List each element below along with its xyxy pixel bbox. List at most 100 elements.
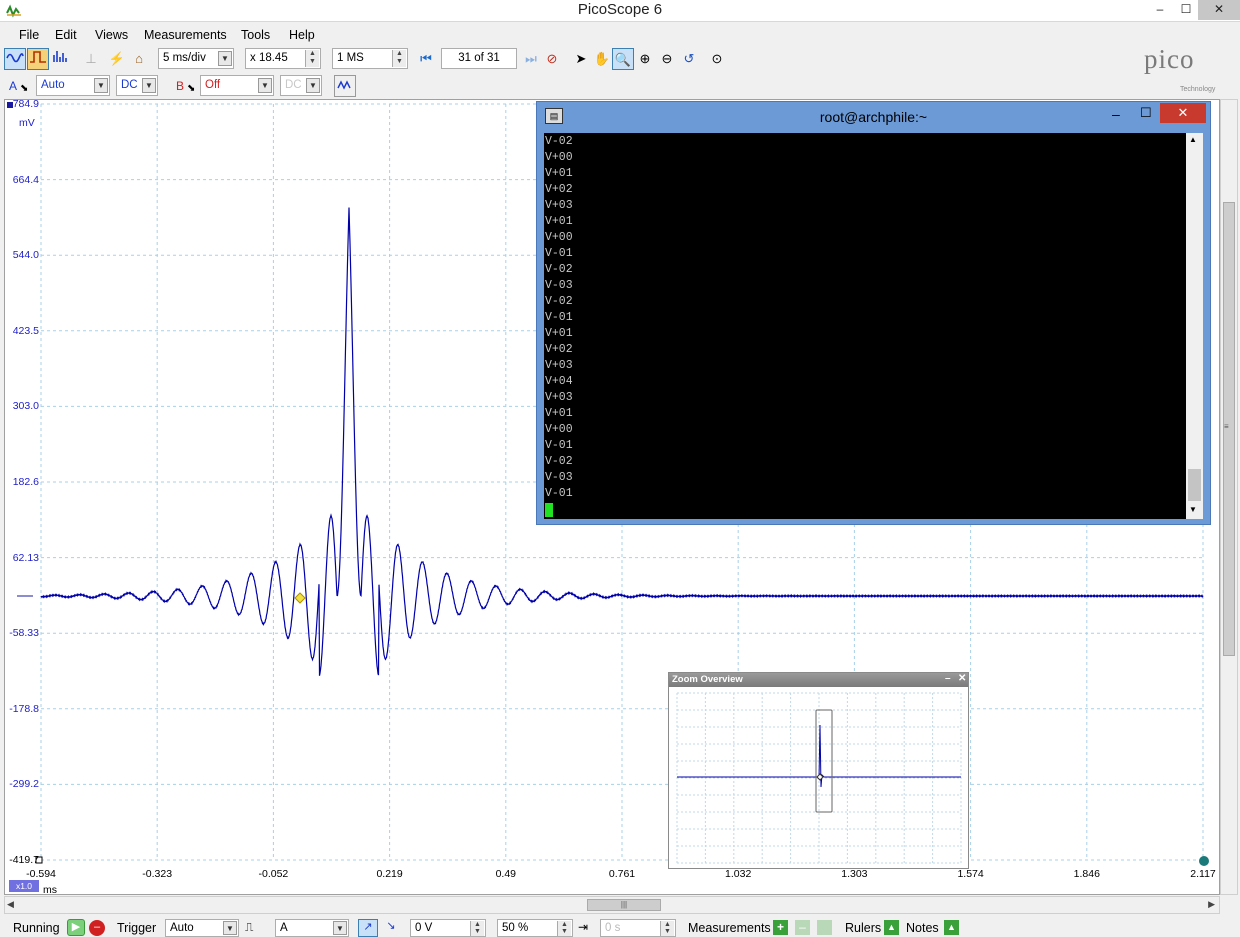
delay-stepper[interactable]: 0 s ▲ ▼ bbox=[600, 919, 676, 937]
channel-a-range-select[interactable]: Auto ▼ bbox=[36, 75, 110, 96]
threshold-stepper[interactable]: 0 V ▲ ▼ bbox=[410, 919, 486, 937]
rising-edge-icon[interactable]: ↗ bbox=[358, 919, 378, 937]
terminal-line: V+01 bbox=[545, 215, 573, 228]
notes-label: Notes bbox=[906, 921, 939, 935]
measurements-label: Measurements bbox=[688, 921, 771, 935]
x-tick-label: 1.846 bbox=[1073, 868, 1100, 880]
menu-tools[interactable]: Tools bbox=[241, 28, 270, 42]
spin-arrows-icon[interactable]: ▲ ▼ bbox=[305, 50, 319, 67]
vertical-scrollbar[interactable]: ≡ bbox=[1220, 99, 1238, 895]
samples-stepper[interactable]: 1 MS ▲ ▼ bbox=[332, 48, 408, 69]
terminal-window[interactable]: ▤ root@archphile:~ – ☐ ✕ V-02 V+00 V+01 V+0… bbox=[536, 101, 1211, 525]
terminal-line: V-02 bbox=[545, 263, 573, 276]
notes-toggle-icon[interactable]: ▲ bbox=[944, 920, 959, 935]
auto-setup-icon[interactable]: ⚡ bbox=[106, 48, 128, 70]
menu-file[interactable]: File bbox=[19, 28, 39, 42]
menu-help[interactable]: Help bbox=[289, 28, 315, 42]
horizontal-scroll-thumb[interactable]: ||| bbox=[587, 899, 661, 911]
x-scale-badge[interactable]: x1.0 bbox=[9, 880, 39, 892]
zoom-minimize-icon[interactable]: – bbox=[945, 673, 951, 684]
spin-arrows-icon[interactable]: ▲ ▼ bbox=[470, 921, 484, 936]
timebase-select[interactable]: 5 ms/div ▼ bbox=[158, 48, 234, 69]
serial-decode-icon[interactable]: ⊥ bbox=[80, 48, 102, 70]
probe-icon[interactable]: ⬊ bbox=[20, 83, 28, 94]
home-icon[interactable]: ⌂ bbox=[128, 48, 150, 70]
trigger-mode-select[interactable]: Auto ▼ bbox=[165, 919, 239, 937]
start-icon[interactable]: ▶ bbox=[67, 919, 85, 936]
menu-edit[interactable]: Edit bbox=[55, 28, 77, 42]
undo-zoom-icon[interactable]: ↺ bbox=[678, 48, 700, 70]
x-axis-unit: ms bbox=[43, 884, 57, 896]
rulers-toggle-icon[interactable]: ▲ bbox=[884, 920, 899, 935]
hand-tool-icon[interactable]: ✋ bbox=[591, 48, 613, 70]
zoom-100-icon[interactable]: ⊙ bbox=[706, 48, 728, 70]
menu-bar: File Edit Views Measurements Tools Help bbox=[0, 26, 1240, 46]
minimize-button[interactable]: – bbox=[1146, 0, 1174, 20]
scroll-up-icon[interactable]: ▲ bbox=[1189, 135, 1197, 144]
stop-icon[interactable]: – bbox=[89, 920, 105, 936]
x-tick-label: 0.761 bbox=[608, 868, 636, 880]
close-button[interactable]: ✕ bbox=[1198, 0, 1240, 20]
chevron-down-icon: ▼ bbox=[258, 78, 272, 93]
terminal-close-button[interactable]: ✕ bbox=[1160, 103, 1206, 123]
terminal-lines: V-02 V+00 V+01 V+02 V+03 V+01 V+00 V-01 V-02 V-03… bbox=[545, 134, 573, 517]
delay-icon[interactable]: ⇥ bbox=[578, 920, 588, 934]
maximize-button[interactable]: ☐ bbox=[1174, 0, 1198, 20]
horizontal-scrollbar[interactable]: ◀ ||| ▶ bbox=[4, 896, 1220, 914]
terminal-maximize-button[interactable]: ☐ bbox=[1140, 105, 1152, 121]
zoom-factor-stepper[interactable]: x 18.45 ▲ ▼ bbox=[245, 48, 321, 69]
pico-logo: pico bbox=[1144, 44, 1195, 74]
zoom-overview-plot[interactable] bbox=[669, 687, 968, 868]
x-tick-label: -0.052 bbox=[258, 868, 289, 880]
persistence-mode-icon[interactable] bbox=[27, 48, 49, 70]
probe-icon[interactable]: ⬊ bbox=[187, 83, 195, 94]
scroll-left-icon[interactable]: ◀ bbox=[7, 899, 14, 910]
menu-views[interactable]: Views bbox=[95, 28, 128, 42]
pretrigger-stepper[interactable]: 50 % ▲ ▼ bbox=[497, 919, 573, 937]
navigate-icon[interactable]: ⊘ bbox=[541, 48, 563, 70]
terminal-output[interactable]: V-02 V+00 V+01 V+02 V+03 V+01 V+00 V-01 V-02 V-03… bbox=[544, 133, 1203, 519]
chevron-down-icon: ▼ bbox=[142, 78, 156, 93]
zoom-in-icon[interactable]: ⊕ bbox=[634, 48, 656, 70]
menu-measurements[interactable]: Measurements bbox=[144, 28, 227, 42]
terminal-scroll-thumb[interactable] bbox=[1188, 469, 1201, 501]
channel-b-range-select[interactable]: Off ▼ bbox=[200, 75, 274, 96]
y-tick-label: 664.4 bbox=[12, 173, 39, 186]
zoom-close-icon[interactable]: ✕ bbox=[958, 673, 966, 684]
terminal-line: V+04 bbox=[545, 375, 573, 388]
channel-a-label[interactable]: A bbox=[9, 79, 17, 93]
y-tick-label: 784.9 bbox=[12, 98, 39, 110]
spin-arrows-icon[interactable]: ▲ ▼ bbox=[557, 921, 571, 936]
pointer-tool-icon[interactable]: ➤ bbox=[570, 48, 592, 70]
next-buffer-icon[interactable]: ⏭ bbox=[520, 48, 542, 70]
spin-arrows-icon[interactable]: ▲ ▼ bbox=[392, 50, 406, 67]
buffer-index-field[interactable]: 31 of 31 bbox=[441, 48, 517, 69]
terminal-scrollbar[interactable]: ▲ ▼ bbox=[1186, 133, 1203, 519]
x-tick-label: 0.49 bbox=[495, 868, 517, 880]
channel-b-label[interactable]: B bbox=[176, 79, 184, 93]
channel-b-coupling-select[interactable]: DC ▼ bbox=[280, 75, 322, 96]
trigger-type-icon[interactable]: ⎍ bbox=[245, 920, 253, 935]
remove-measurement-icon[interactable]: – bbox=[795, 920, 810, 935]
edit-measurement-icon[interactable] bbox=[817, 920, 832, 935]
trigger-channel-select[interactable]: A ▼ bbox=[275, 919, 349, 937]
zoom-out-icon[interactable]: ⊖ bbox=[656, 48, 678, 70]
falling-edge-icon[interactable]: ↘ bbox=[381, 919, 401, 937]
scroll-right-icon[interactable]: ▶ bbox=[1208, 899, 1215, 910]
add-measurement-icon[interactable]: + bbox=[773, 920, 788, 935]
first-buffer-icon[interactable]: ⏮ bbox=[415, 48, 437, 70]
scope-mode-icon[interactable] bbox=[4, 48, 26, 70]
scroll-down-icon[interactable]: ▼ bbox=[1189, 505, 1197, 514]
channel-a-coupling-select[interactable]: DC ▼ bbox=[116, 75, 158, 96]
channel-options-icon[interactable] bbox=[334, 75, 356, 97]
terminal-minimize-button[interactable]: – bbox=[1112, 106, 1120, 122]
terminal-line: V-03 bbox=[545, 279, 573, 292]
zoom-select-icon[interactable]: 🔍 bbox=[612, 48, 634, 70]
spectrum-mode-icon[interactable] bbox=[50, 48, 72, 70]
x-tick-label: 0.219 bbox=[376, 868, 403, 880]
terminal-title-bar[interactable]: ▤ root@archphile:~ – ☐ ✕ bbox=[537, 102, 1210, 132]
chevron-down-icon: ▼ bbox=[333, 921, 347, 935]
spin-arrows-icon[interactable]: ▲ ▼ bbox=[660, 921, 674, 936]
y-axis-unit: mV bbox=[19, 117, 35, 129]
zoom-overview-panel[interactable]: Zoom Overview – ✕ bbox=[668, 672, 969, 869]
